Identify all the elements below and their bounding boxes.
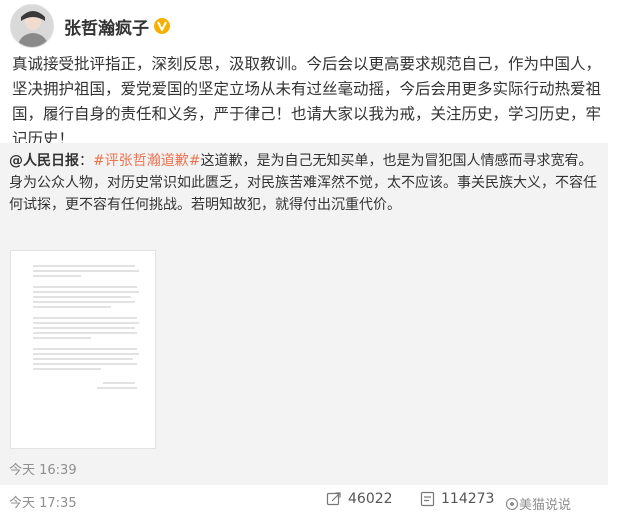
repost-hashtag[interactable]: #评张哲瀚道歉# bbox=[93, 153, 200, 169]
repost-card[interactable]: @人民日报：#评张哲瀚道歉#这道歉，是为自己无知买单，也是为冒犯国人情感而寻求宽… bbox=[0, 143, 608, 485]
watermark-text: 美猫说说 bbox=[519, 498, 572, 513]
repost-image-thumbnail[interactable] bbox=[10, 250, 156, 449]
verified-badge-icon bbox=[154, 18, 170, 34]
avatar-image bbox=[11, 5, 53, 47]
comment-count: 114273 bbox=[441, 491, 495, 507]
repost-timestamp[interactable]: 今天 16:39 bbox=[9, 459, 77, 478]
repost-mention[interactable]: @人民日报 bbox=[9, 153, 79, 169]
comment-icon bbox=[420, 491, 435, 507]
author-name[interactable]: 张哲瀚疯子 bbox=[64, 14, 149, 39]
forward-count: 46022 bbox=[348, 491, 393, 507]
watermark-logo-icon bbox=[505, 497, 519, 510]
comment-button[interactable]: 114273 bbox=[420, 491, 494, 507]
forward-button[interactable]: 46022 bbox=[326, 491, 393, 507]
repost-body: @人民日报：#评张哲瀚道歉#这道歉，是为自己无知买单，也是为冒犯国人情感而寻求宽… bbox=[9, 153, 597, 213]
post-timestamp[interactable]: 今天 17:35 bbox=[9, 492, 77, 511]
document-image bbox=[33, 265, 139, 389]
post-header: 张哲瀚疯子 bbox=[64, 14, 171, 39]
avatar[interactable] bbox=[10, 4, 54, 48]
watermark: 美猫说说 bbox=[505, 494, 571, 513]
forward-icon bbox=[326, 492, 341, 506]
post-text: 真诚接受批评指正，深刻反思，汲取教训。今后会以更高要求规范自己，作为中国人，坚决… bbox=[12, 55, 602, 148]
